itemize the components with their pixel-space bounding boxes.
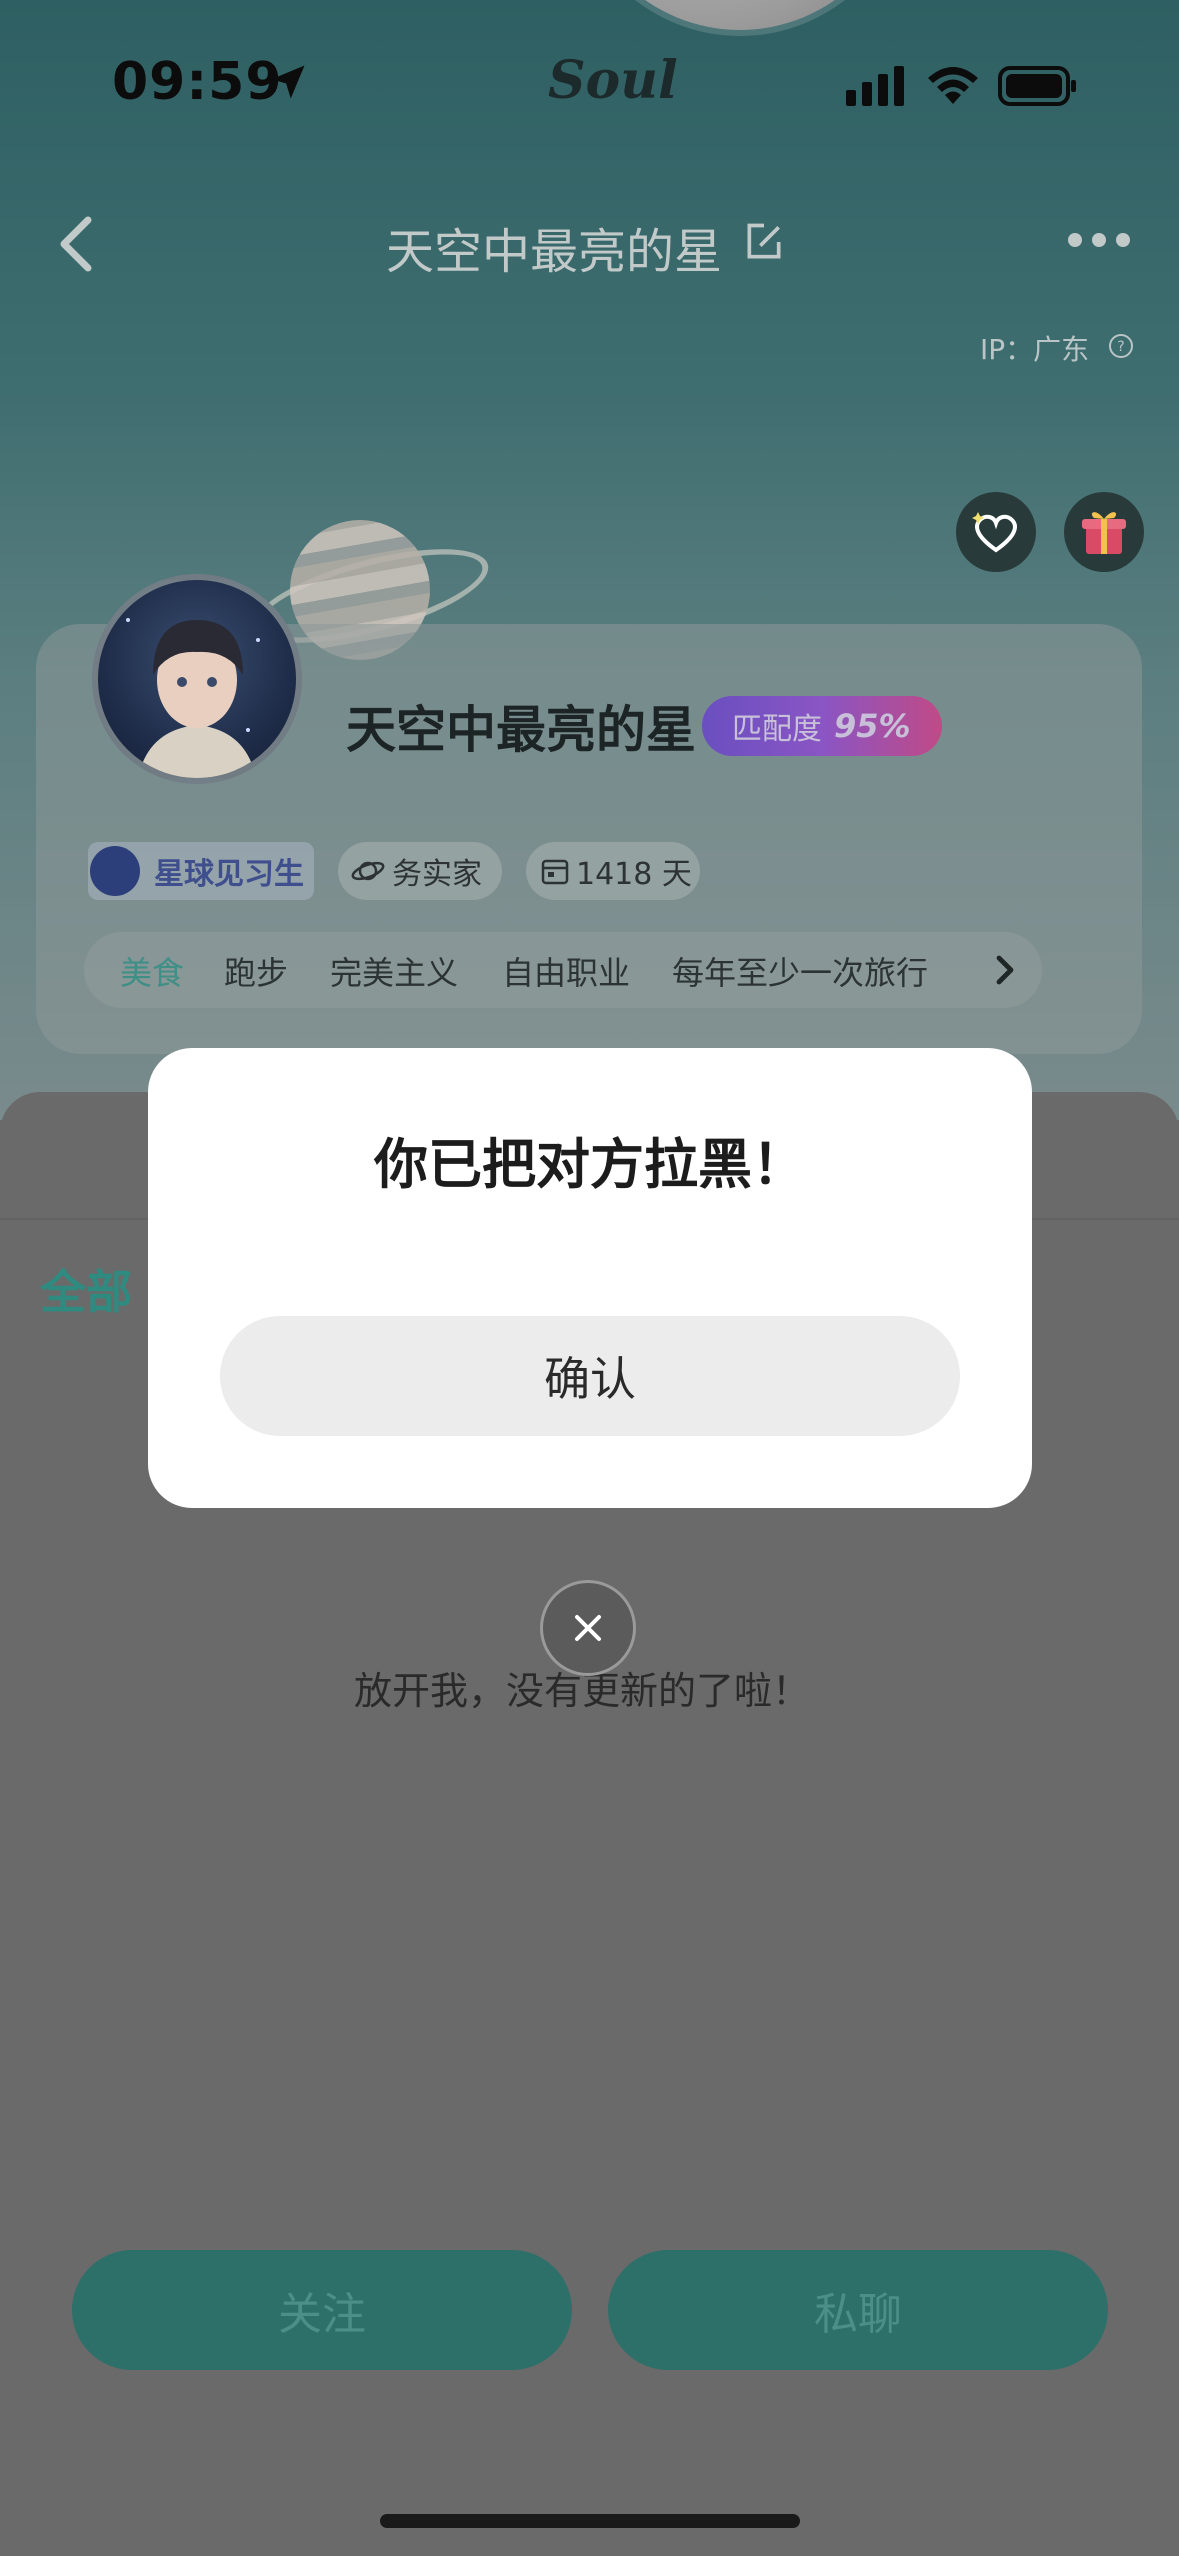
confirm-button[interactable]: 确认 (220, 1316, 960, 1436)
interest-tag[interactable]: 每年至少一次旅行 (672, 948, 928, 994)
like-button[interactable] (956, 492, 1036, 572)
dialog-title: 你已把对方拉黑！ (374, 1133, 806, 1196)
match-label: 匹配度 (732, 712, 822, 747)
location-arrow-icon (271, 65, 305, 99)
nav-title: 天空中最亮的星 (386, 224, 723, 280)
back-chevron-icon[interactable] (56, 214, 96, 274)
match-value: 95% (834, 707, 911, 745)
battery-icon (998, 66, 1076, 106)
heart-icon (972, 512, 1017, 553)
more-options-icon[interactable] (1066, 228, 1132, 252)
level-badge[interactable]: 星球见习生 (88, 842, 314, 900)
block-dialog (148, 1048, 1032, 1508)
gift-button[interactable] (1064, 492, 1144, 572)
close-dialog-button[interactable] (540, 1580, 636, 1676)
trait-chip[interactable]: 务实家 (338, 842, 502, 900)
gift-icon (1082, 512, 1126, 554)
interest-tag[interactable]: 跑步 (224, 948, 288, 994)
avatar-portrait-icon (126, 618, 260, 778)
status-time: 09:59 (112, 52, 283, 112)
calendar-icon (541, 859, 569, 885)
match-badge: 匹配度 95% (702, 696, 942, 756)
trait-label: 务实家 (392, 857, 482, 892)
edit-icon[interactable] (742, 220, 786, 264)
home-indicator (380, 2514, 800, 2528)
ip-location: IP：广东 (980, 333, 1090, 366)
days-label: 1418 天 (576, 857, 692, 892)
interest-tag[interactable]: 自由职业 (502, 948, 630, 994)
close-icon (575, 1615, 601, 1641)
avatar[interactable] (92, 574, 302, 784)
interest-tag[interactable]: 美食 (120, 948, 184, 994)
planet-icon (351, 861, 385, 881)
app-brand: Soul (548, 50, 678, 111)
interest-tag[interactable]: 完美主义 (330, 948, 458, 994)
help-icon[interactable]: ? (1108, 333, 1134, 359)
tab-all[interactable]: 全部 (40, 1256, 132, 1322)
svg-text:?: ? (1117, 339, 1124, 355)
level-badge-icon (90, 846, 140, 896)
chat-button[interactable]: 私聊 (608, 2250, 1108, 2370)
chevron-right-icon[interactable] (990, 952, 1020, 988)
profile-name: 天空中最亮的星 (346, 701, 696, 759)
level-badge-label: 星球见习生 (154, 857, 304, 892)
follow-button[interactable]: 关注 (72, 2250, 572, 2370)
wifi-icon (928, 67, 978, 104)
days-chip: 1418 天 (526, 842, 700, 900)
cellular-signal-icon (846, 66, 904, 106)
